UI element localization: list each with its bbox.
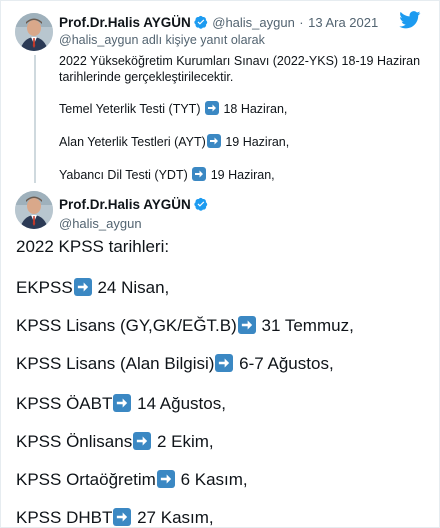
- line-label: KPSS DHBT: [16, 508, 113, 527]
- line-date: 31 Temmuz,: [261, 316, 354, 335]
- line-label: KPSS ÖABT: [16, 394, 113, 413]
- tweet-date[interactable]: 13 Ara 2021: [308, 15, 378, 30]
- right-arrow-emoji-icon: [204, 101, 219, 115]
- line-date: 6 Kasım,: [180, 470, 248, 489]
- thread-connector-line: [34, 55, 36, 183]
- tweet-1-intro: 2022 Yükseköğretim Kurumları Sınavı (202…: [59, 53, 429, 85]
- line-date: 6-7 Ağustos,: [239, 354, 334, 373]
- line-date: 14 Ağustos,: [137, 394, 226, 413]
- kpss-line: KPSS DHBT 27 Kasım,: [16, 508, 214, 528]
- line-label: KPSS Lisans (Alan Bilgisi): [16, 354, 215, 373]
- right-arrow-emoji-icon: [206, 134, 221, 148]
- author-handle[interactable]: @halis_aygun: [59, 216, 208, 231]
- intro-text: 2022 Yükseköğretim Kurumları Sınavı (202…: [59, 54, 421, 84]
- right-arrow-emoji-icon: [237, 316, 256, 334]
- kpss-line: KPSS Ortaöğretim 6 Kasım,: [16, 470, 248, 490]
- line-label: KPSS Ortaöğretim: [16, 470, 156, 489]
- line-date: 24 Nisan,: [97, 278, 170, 297]
- tweet-1-line: Yabancı Dil Testi (YDT) 19 Haziran,: [59, 167, 275, 182]
- verified-badge-icon: [194, 197, 208, 211]
- tweet-1-header: Prof.Dr.Halis AYGÜN @halis_aygun · 13 Ar…: [59, 14, 378, 32]
- kpss-line: KPSS Lisans (GY,GK/EĞT.B) 31 Temmuz,: [16, 316, 354, 336]
- line-date: 18 Haziran,: [223, 102, 288, 116]
- avatar[interactable]: [15, 191, 53, 229]
- tweet-1-line: Alan Yeterlik Testleri (AYT) 19 Haziran,: [59, 134, 289, 149]
- line-date: 19 Haziran,: [210, 168, 275, 182]
- right-arrow-emoji-icon: [215, 354, 234, 372]
- line-label: Temel Yeterlik Testi (TYT): [59, 102, 201, 116]
- reply-suffix: adlı kişiye yanıt olarak: [141, 33, 265, 47]
- right-arrow-emoji-icon: [133, 432, 152, 450]
- right-arrow-emoji-icon: [113, 394, 132, 412]
- tweet-2-header: Prof.Dr.Halis AYGÜN @halis_aygun: [59, 196, 208, 231]
- right-arrow-emoji-icon: [113, 508, 132, 526]
- author-name[interactable]: Prof.Dr.Halis AYGÜN: [59, 15, 191, 30]
- dot-separator: ·: [299, 15, 304, 30]
- reply-mention-link[interactable]: @halis_aygun: [59, 33, 138, 47]
- author-handle[interactable]: @halis_aygun: [212, 15, 295, 30]
- kpss-line: KPSS Lisans (Alan Bilgisi) 6-7 Ağustos,: [16, 354, 334, 374]
- line-date: 27 Kasım,: [137, 508, 214, 527]
- line-date: 19 Haziran,: [225, 135, 290, 149]
- line-label: Alan Yeterlik Testleri (AYT): [59, 135, 206, 149]
- line-label: KPSS Önlisans: [16, 432, 133, 451]
- kpss-line: KPSS Önlisans 2 Ekim,: [16, 432, 214, 452]
- avatar[interactable]: [15, 13, 53, 51]
- twitter-bird-icon[interactable]: [399, 11, 421, 29]
- line-label: Yabancı Dil Testi (YDT): [59, 168, 188, 182]
- line-label: KPSS Lisans (GY,GK/EĞT.B): [16, 316, 237, 335]
- tweet-thread-card: Prof.Dr.Halis AYGÜN @halis_aygun · 13 Ar…: [0, 0, 440, 528]
- kpss-heading: 2022 KPSS tarihleri:: [16, 237, 170, 256]
- line-date: 2 Ekim,: [156, 432, 214, 451]
- right-arrow-emoji-icon: [192, 167, 207, 181]
- line-label: EKPSS: [16, 278, 73, 297]
- reply-context: @halis_aygun adlı kişiye yanıt olarak: [59, 33, 265, 47]
- kpss-line: EKPSS 24 Nisan,: [16, 278, 169, 298]
- verified-badge-icon: [194, 15, 208, 29]
- tweet-1-line: Temel Yeterlik Testi (TYT) 18 Haziran,: [59, 101, 287, 116]
- kpss-line: KPSS ÖABT 14 Ağustos,: [16, 394, 226, 414]
- right-arrow-emoji-icon: [73, 278, 92, 296]
- right-arrow-emoji-icon: [156, 470, 175, 488]
- author-name[interactable]: Prof.Dr.Halis AYGÜN: [59, 197, 191, 212]
